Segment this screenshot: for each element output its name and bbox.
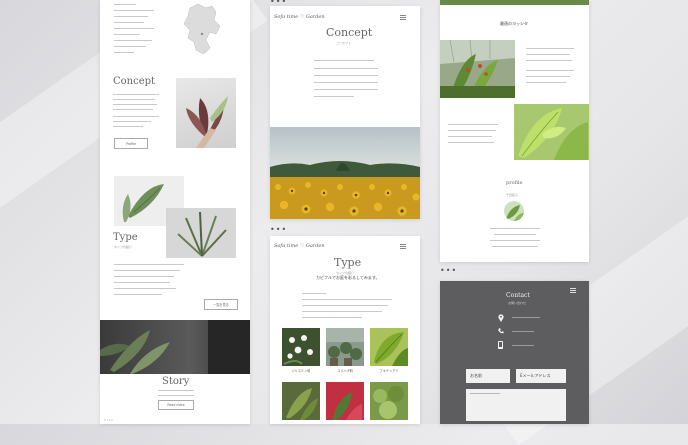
type-leaf-photo-2 (166, 208, 236, 258)
contact-heading: Contact (506, 292, 530, 299)
profile-title: profile (506, 180, 523, 186)
leafy-plant-thumbnail[interactable] (370, 382, 408, 420)
address-text (512, 317, 540, 319)
right-top-page-mockup: 最適のヨッシタ profile 千田和子 (440, 0, 589, 262)
thumbnail-label: フキテンアイ (379, 369, 399, 373)
concept-subheading: コンセプト (336, 41, 352, 45)
concept-plant-photo (176, 78, 236, 148)
mobile-icon (498, 341, 503, 349)
story-plant-photo (100, 320, 250, 374)
middle-bottom-page-mockup: Sofa time ♡ Garden Type タイプの紹介 カピフルでお庭を彩… (270, 236, 420, 424)
site-logo[interactable]: Sofa time ♡ Garden (274, 14, 325, 20)
middle-top-page-mockup: Sofa time ♡ Garden Concept コンセプト (270, 6, 420, 219)
right-bottom-page-mockup: Contact お問い合わせ お名前 Eメールアドレス (440, 281, 589, 424)
concept-heading: Concept (326, 26, 373, 39)
window-ellipsis: ••• (440, 266, 458, 275)
red-plant-thumbnail[interactable] (326, 382, 364, 420)
type-subheading: タイプの紹介 (114, 245, 133, 249)
concept-heading: Concept (113, 76, 156, 87)
phone-icon (498, 328, 504, 334)
thumbnail-label: ジャスミン科 (291, 369, 311, 373)
map-illustration (183, 3, 221, 55)
green-leaves-photo (514, 104, 589, 160)
profile-subtitle: 千田和子 (506, 193, 519, 197)
concept-button[interactable]: Profile (114, 138, 148, 149)
story-heading: Story (162, 376, 190, 387)
profile-avatar (504, 201, 524, 221)
window-ellipsis: ••• (270, 225, 288, 234)
message-textarea[interactable] (466, 389, 566, 421)
type-heading: Type (113, 232, 138, 243)
type-heading: Type (334, 256, 362, 269)
jasmine-thumbnail[interactable] (282, 328, 320, 366)
email-field[interactable]: Eメールアドレス (516, 369, 566, 383)
type-tagline: カピフルでお庭を彩るしてみます。 (316, 275, 380, 280)
story-read-more-button[interactable]: Read more (158, 400, 194, 410)
fukiten-thumbnail[interactable] (370, 328, 408, 366)
hamburger-menu-icon[interactable] (570, 288, 576, 294)
yurihagi-thumbnail[interactable] (326, 328, 364, 366)
left-page-mockup: Concept Profile Type タイプの紹介 一覧を見る Story … (100, 0, 250, 424)
site-logo[interactable]: Sofa time ♡ Garden (274, 243, 325, 249)
top-strip-photo (440, 0, 589, 5)
hamburger-menu-icon[interactable] (400, 15, 406, 21)
mobile-text (512, 345, 534, 347)
name-field[interactable]: お名前 (466, 369, 510, 383)
contact-subheading: お問い合わせ (508, 301, 527, 305)
type-list-button[interactable]: 一覧を見る (204, 299, 238, 310)
greenhouse-photo (440, 40, 515, 98)
plant-thumbnail[interactable] (282, 382, 320, 420)
footer-text: Y r t s (104, 418, 113, 422)
phone-text (512, 331, 534, 333)
location-pin-icon (498, 314, 504, 322)
section-title: 最適のヨッシタ (500, 21, 528, 26)
sunflower-field-photo (270, 127, 420, 219)
thumbnail-label: ユリハギ科 (337, 369, 353, 373)
hamburger-menu-icon[interactable] (400, 244, 406, 250)
